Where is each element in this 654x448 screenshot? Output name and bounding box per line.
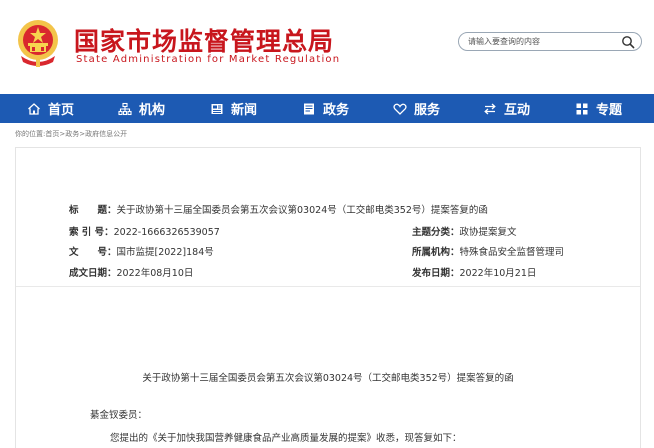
meta-docno-label: 文 号： bbox=[69, 247, 117, 258]
exchange-arrows-icon bbox=[483, 102, 497, 116]
heart-icon bbox=[393, 102, 407, 116]
nav-item-news[interactable]: 新闻 bbox=[210, 94, 257, 123]
meta-docno-row: 文 号：国市监提[2022]184号 bbox=[69, 244, 214, 258]
meta-title-value: 关于政协第十三届全国委员会第五次会议第03024号（工交邮电类352号）提案答复… bbox=[116, 205, 488, 216]
nav-item-home[interactable]: 首页 bbox=[27, 94, 74, 123]
nav-label-topics: 专题 bbox=[596, 103, 623, 118]
site-title-cn[interactable]: 国家市场监督管理总局 bbox=[74, 22, 334, 58]
nav-label-interaction: 互动 bbox=[504, 103, 531, 118]
org-chart-icon bbox=[118, 102, 132, 116]
meta-index-value: 2022-1666326539057 bbox=[113, 227, 220, 238]
nav-item-government-affairs[interactable]: 政务 bbox=[302, 94, 349, 123]
article-container: 标 题：关于政协第十三届全国委员会第五次会议第03024号（工交邮电类352号）… bbox=[15, 147, 641, 448]
nav-label-government-affairs: 政务 bbox=[323, 103, 350, 118]
document-paragraph: 您提出的《关于加快我国营养健康食品产业高质量发展的提案》收悉，现答复如下： bbox=[110, 433, 462, 444]
meta-org-row: 所属机构：特殊食品安全监督管理司 bbox=[412, 244, 564, 258]
meta-title-label: 标 题： bbox=[69, 205, 117, 216]
main-nav: 首页 机构 新闻 政务 服务 互动 专题 bbox=[0, 94, 654, 123]
nav-label-institutions: 机构 bbox=[139, 103, 166, 118]
meta-title-row: 标 题：关于政协第十三届全国委员会第五次会议第03024号（工交邮电类352号）… bbox=[69, 202, 488, 216]
breadcrumb-item-government-affairs[interactable]: 政务 bbox=[65, 130, 79, 138]
nav-item-interaction[interactable]: 互动 bbox=[483, 94, 530, 123]
metadata-divider bbox=[16, 286, 640, 287]
document-salutation: 綦金钗委员： bbox=[90, 410, 148, 421]
meta-topic-label: 主题分类： bbox=[412, 227, 460, 238]
meta-index-row: 索 引 号：2022-1666326539057 bbox=[69, 224, 220, 238]
government-affairs-icon bbox=[302, 102, 316, 116]
search-box bbox=[458, 32, 642, 51]
meta-published-label: 发布日期： bbox=[412, 268, 460, 279]
news-icon bbox=[210, 102, 224, 116]
search-icon[interactable] bbox=[621, 35, 635, 49]
search-input[interactable] bbox=[468, 34, 616, 49]
meta-topic-value: 政协提案复文 bbox=[459, 227, 517, 238]
nav-label-news: 新闻 bbox=[231, 103, 258, 118]
nav-label-services: 服务 bbox=[414, 103, 441, 118]
meta-org-value: 特殊食品安全监督管理司 bbox=[459, 247, 565, 258]
meta-docno-value: 国市监提[2022]184号 bbox=[116, 247, 214, 258]
grid-icon bbox=[575, 102, 589, 116]
meta-topic-row: 主题分类：政协提案复文 bbox=[412, 224, 517, 238]
meta-created-label: 成文日期： bbox=[69, 268, 117, 279]
meta-created-value: 2022年08月10日 bbox=[116, 268, 194, 279]
meta-created-row: 成文日期：2022年08月10日 bbox=[69, 265, 193, 279]
breadcrumb: 你的位置:首页>政务>政府信息公开 bbox=[15, 129, 127, 139]
nav-label-home: 首页 bbox=[48, 103, 75, 118]
nav-item-services[interactable]: 服务 bbox=[393, 94, 440, 123]
meta-published-row: 发布日期：2022年10月21日 bbox=[412, 265, 536, 279]
nav-item-institutions[interactable]: 机构 bbox=[118, 94, 165, 123]
meta-published-value: 2022年10月21日 bbox=[459, 268, 537, 279]
document-metadata: 标 题：关于政协第十三届全国委员会第五次会议第03024号（工交邮电类352号）… bbox=[16, 148, 640, 286]
meta-index-label: 索 引 号： bbox=[69, 227, 114, 238]
meta-org-label: 所属机构： bbox=[412, 247, 460, 258]
breadcrumb-item-public-info[interactable]: 政府信息公开 bbox=[85, 130, 127, 138]
nav-item-topics[interactable]: 专题 bbox=[575, 94, 622, 123]
national-emblem-logo[interactable] bbox=[15, 18, 61, 68]
breadcrumb-item-home[interactable]: 首页 bbox=[45, 130, 59, 138]
document-title: 关于政协第十三届全国委员会第五次会议第03024号（工交邮电类352号）提案答复… bbox=[142, 373, 514, 384]
site-header: 国家市场监督管理总局 State Administration for Mark… bbox=[0, 0, 654, 93]
breadcrumb-prefix: 你的位置: bbox=[15, 130, 46, 138]
home-icon bbox=[27, 102, 41, 116]
site-title-en: State Administration for Market Regulati… bbox=[76, 54, 341, 65]
